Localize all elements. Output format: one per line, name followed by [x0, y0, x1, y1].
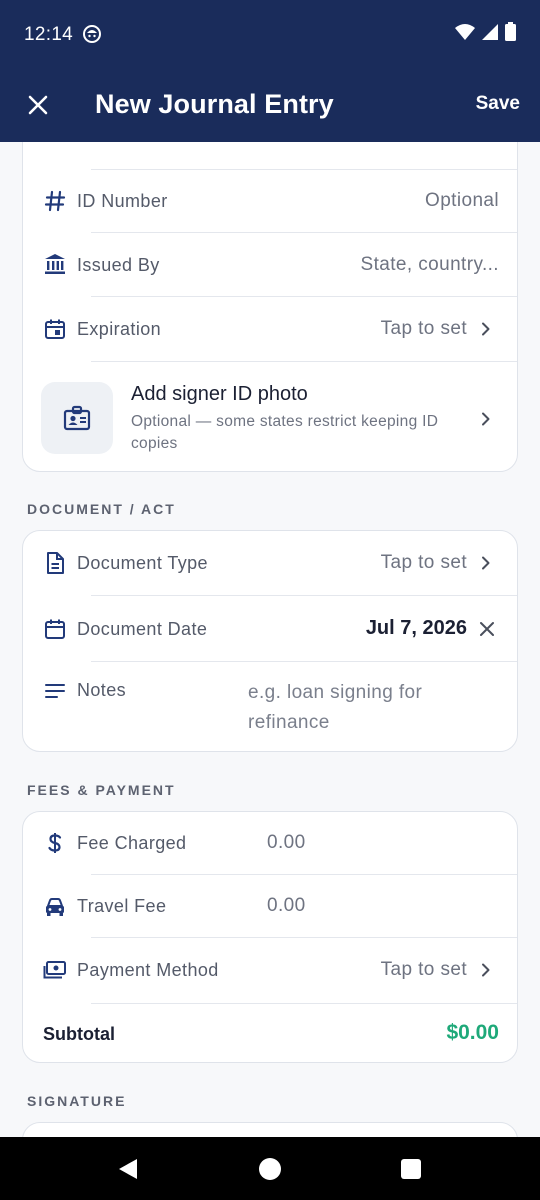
clear-date-icon[interactable]	[477, 619, 497, 639]
notes-input[interactable]: e.g. loan signing for refinance	[248, 678, 488, 738]
calendar-icon	[45, 619, 65, 639]
travel-fee-input[interactable]: 0.00	[267, 895, 306, 917]
id-badge-icon	[63, 405, 91, 431]
dollar-icon	[48, 833, 62, 853]
signal-icon	[481, 23, 499, 46]
travel-fee-label: Travel Fee	[77, 896, 167, 916]
document-type-value: Tap to set	[380, 552, 467, 573]
status-bar: 12:14	[0, 0, 540, 70]
save-button[interactable]: Save	[476, 93, 520, 115]
id-photo-tile	[41, 382, 113, 454]
signature-card	[22, 1122, 518, 1137]
back-triangle-icon	[119, 1159, 137, 1179]
notes-label: Notes	[77, 680, 127, 700]
battery-icon	[505, 22, 516, 46]
add-id-photo-row[interactable]: Add signer ID photo Optional — some stat…	[23, 362, 517, 471]
subtotal-label: Subtotal	[43, 1024, 115, 1044]
chevron-right-icon	[482, 322, 490, 336]
id-number-value: Optional	[425, 190, 499, 211]
fee-charged-row[interactable]: Fee Charged 0.00	[23, 812, 517, 874]
payment-method-value: Tap to set	[380, 959, 467, 980]
chevron-right-icon	[482, 963, 490, 977]
chevron-right-icon	[482, 556, 490, 570]
document-date-label: Document Date	[77, 619, 208, 639]
id-number-label: ID Number	[77, 191, 168, 211]
document-card: Document Type Tap to set Document Date J…	[22, 530, 518, 752]
expiration-label: Expiration	[77, 319, 162, 339]
calendar-icon	[45, 319, 65, 339]
hash-icon	[44, 190, 66, 212]
recents-square-icon	[401, 1159, 421, 1179]
app-bar: New Journal Entry Save	[0, 70, 540, 142]
fee-charged-label: Fee Charged	[77, 833, 187, 853]
chevron-right-icon	[482, 412, 490, 426]
app-notification-icon	[82, 24, 102, 44]
section-header-fees: FEES & PAYMENT	[27, 782, 176, 798]
issued-by-value: State, country...	[360, 254, 499, 275]
document-date-row[interactable]: Document Date Jul 7, 2026	[23, 596, 517, 661]
expiration-row[interactable]: Expiration Tap to set	[23, 297, 517, 361]
add-id-photo-subtitle: Optional — some states restrict keeping …	[131, 413, 439, 452]
nav-back-button[interactable]	[116, 1157, 140, 1181]
nav-recents-button[interactable]	[399, 1157, 423, 1181]
document-icon	[47, 552, 64, 574]
section-header-document: DOCUMENT / ACT	[27, 501, 176, 517]
page-title: New Journal Entry	[95, 89, 334, 119]
form-scroll-area[interactable]: ID Number Optional Issued By State, coun…	[0, 142, 540, 1137]
subtotal-row: Subtotal $0.00	[23, 1004, 517, 1062]
document-type-label: Document Type	[77, 553, 208, 573]
notes-row[interactable]: Notes e.g. loan signing for refinance	[23, 662, 517, 751]
travel-fee-row[interactable]: Travel Fee 0.00	[23, 875, 517, 937]
fee-charged-input[interactable]: 0.00	[267, 832, 306, 854]
payment-method-row[interactable]: Payment Method Tap to set	[23, 938, 517, 1003]
bank-icon	[45, 254, 65, 274]
issued-by-row[interactable]: Issued By State, country...	[23, 233, 517, 296]
add-id-photo-title: Add signer ID photo	[131, 383, 308, 405]
close-button[interactable]	[20, 87, 56, 123]
close-icon	[28, 95, 48, 115]
status-time: 12:14	[24, 24, 74, 45]
fees-card: Fee Charged 0.00 Travel Fee 0.00 Payment…	[22, 811, 518, 1063]
system-nav-bar	[0, 1137, 540, 1200]
nav-home-button[interactable]	[258, 1157, 282, 1181]
cash-icon	[43, 961, 66, 979]
expiration-value: Tap to set	[380, 318, 467, 339]
id-number-row[interactable]: ID Number Optional	[23, 170, 517, 232]
payment-method-label: Payment Method	[77, 960, 219, 980]
wifi-icon	[455, 23, 475, 46]
lines-icon	[45, 684, 65, 698]
car-icon	[46, 898, 64, 916]
section-header-signature: SIGNATURE	[27, 1093, 127, 1109]
document-date-value: Jul 7, 2026	[365, 617, 467, 639]
home-circle-icon	[259, 1158, 281, 1180]
subtotal-value: $0.00	[446, 1021, 499, 1044]
document-type-row[interactable]: Document Type Tap to set	[23, 531, 517, 595]
signer-id-card: ID Number Optional Issued By State, coun…	[22, 142, 518, 472]
issued-by-label: Issued By	[77, 255, 160, 275]
